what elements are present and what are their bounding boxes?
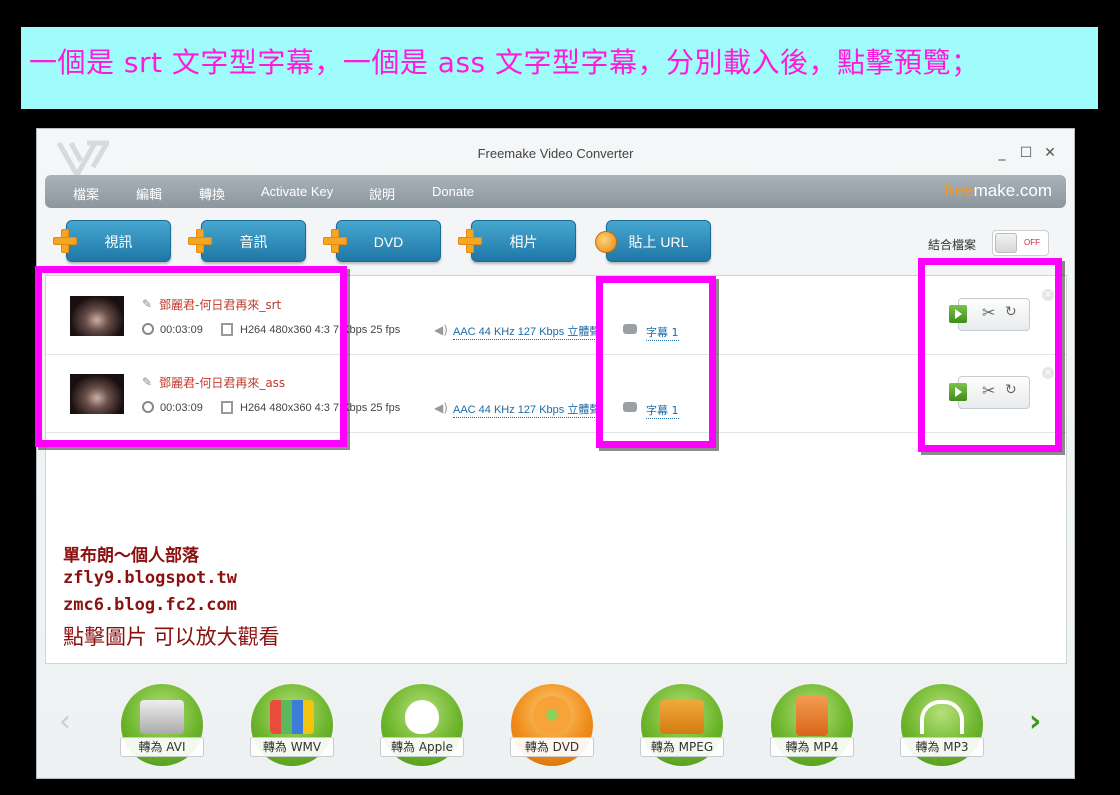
watermark-blog-name: 單布朗～個人部落 — [63, 546, 199, 566]
add-video-button[interactable]: 視訊 — [66, 220, 171, 262]
menu-file[interactable]: 檔案 — [73, 184, 99, 203]
to-mpeg-label[interactable]: 轉為 MPEG — [640, 737, 724, 757]
app-window: Freemake Video Converter _ ☐ ✕ 檔案 編輯 轉換 … — [36, 128, 1075, 779]
to-wmv-label[interactable]: 轉為 WMV — [250, 737, 334, 757]
maximize-button[interactable]: ☐ — [1018, 145, 1034, 161]
plus-icon — [53, 229, 77, 253]
plus-icon — [188, 229, 212, 253]
close-button[interactable]: ✕ — [1042, 145, 1058, 161]
top-banner: 一個是 srt 文字型字幕，一個是 ass 文字型字幕，分別載入後，點擊預覽； — [21, 27, 1098, 109]
menu-bar: 檔案 編輯 轉換 Activate Key 說明 Donate freemake… — [45, 175, 1066, 208]
plus-icon — [323, 229, 347, 253]
apple-icon — [405, 700, 439, 734]
tv-icon — [660, 700, 704, 734]
to-apple-label[interactable]: 轉為 Apple — [380, 737, 464, 757]
menu-activate-key[interactable]: Activate Key — [261, 184, 333, 199]
menu-donate[interactable]: Donate — [432, 184, 474, 199]
watermark-url-2: zmc6.blog.fc2.com — [63, 595, 237, 615]
watermark-url-1: zfly9.blogspot.tw — [63, 568, 237, 588]
minimize-button[interactable]: _ — [994, 145, 1010, 161]
scroll-right-arrow[interactable]: › — [1029, 704, 1041, 739]
audio-track-link[interactable]: AAC 44 KHz 127 Kbps 立體聲 — [453, 401, 599, 418]
toggle-knob — [995, 233, 1017, 253]
menu-help[interactable]: 說明 — [369, 184, 395, 203]
add-photo-button[interactable]: 相片 — [471, 220, 576, 262]
combine-files-label: 結合檔案 — [928, 238, 977, 252]
to-avi-label[interactable]: 轉為 AVI — [120, 737, 204, 757]
windows-flag-icon — [270, 700, 314, 734]
highlight-subtitles — [596, 276, 716, 448]
globe-icon — [595, 231, 617, 253]
mobile-device-icon — [796, 696, 828, 736]
scroll-left-arrow[interactable]: ‹ — [59, 704, 71, 739]
menu-edit[interactable]: 編輯 — [136, 184, 162, 203]
earphones-icon — [920, 700, 964, 734]
menu-convert[interactable]: 轉換 — [199, 184, 225, 203]
disc-icon — [533, 696, 571, 734]
banner-caption: 一個是 srt 文字型字幕，一個是 ass 文字型字幕，分別載入後，點擊預覽； — [29, 46, 980, 79]
highlight-file-names — [35, 266, 347, 447]
paste-url-button[interactable]: 貼上 URL — [606, 220, 711, 262]
speaker-icon: ◀) — [434, 401, 448, 415]
plus-icon — [458, 229, 482, 253]
highlight-preview-buttons — [918, 258, 1062, 452]
add-audio-button[interactable]: 音訊 — [201, 220, 306, 262]
combine-files-toggle[interactable]: OFF — [992, 230, 1049, 256]
clapperboard-icon — [140, 700, 184, 734]
to-mp4-label[interactable]: 轉為 MP4 — [770, 737, 854, 757]
add-dvd-button[interactable]: DVD — [336, 220, 441, 262]
window-title: Freemake Video Converter — [477, 146, 634, 161]
toggle-state: OFF — [1024, 238, 1040, 247]
speaker-icon: ◀) — [434, 323, 448, 337]
freemake-brand-link[interactable]: freemake.com — [944, 181, 1052, 201]
watermark-hint: 點擊圖片 可以放大觀看 — [63, 625, 280, 649]
to-mp3-label[interactable]: 轉為 MP3 — [900, 737, 984, 757]
to-dvd-label[interactable]: 轉為 DVD — [510, 737, 594, 757]
audio-track-link[interactable]: AAC 44 KHz 127 Kbps 立體聲 — [453, 323, 599, 340]
